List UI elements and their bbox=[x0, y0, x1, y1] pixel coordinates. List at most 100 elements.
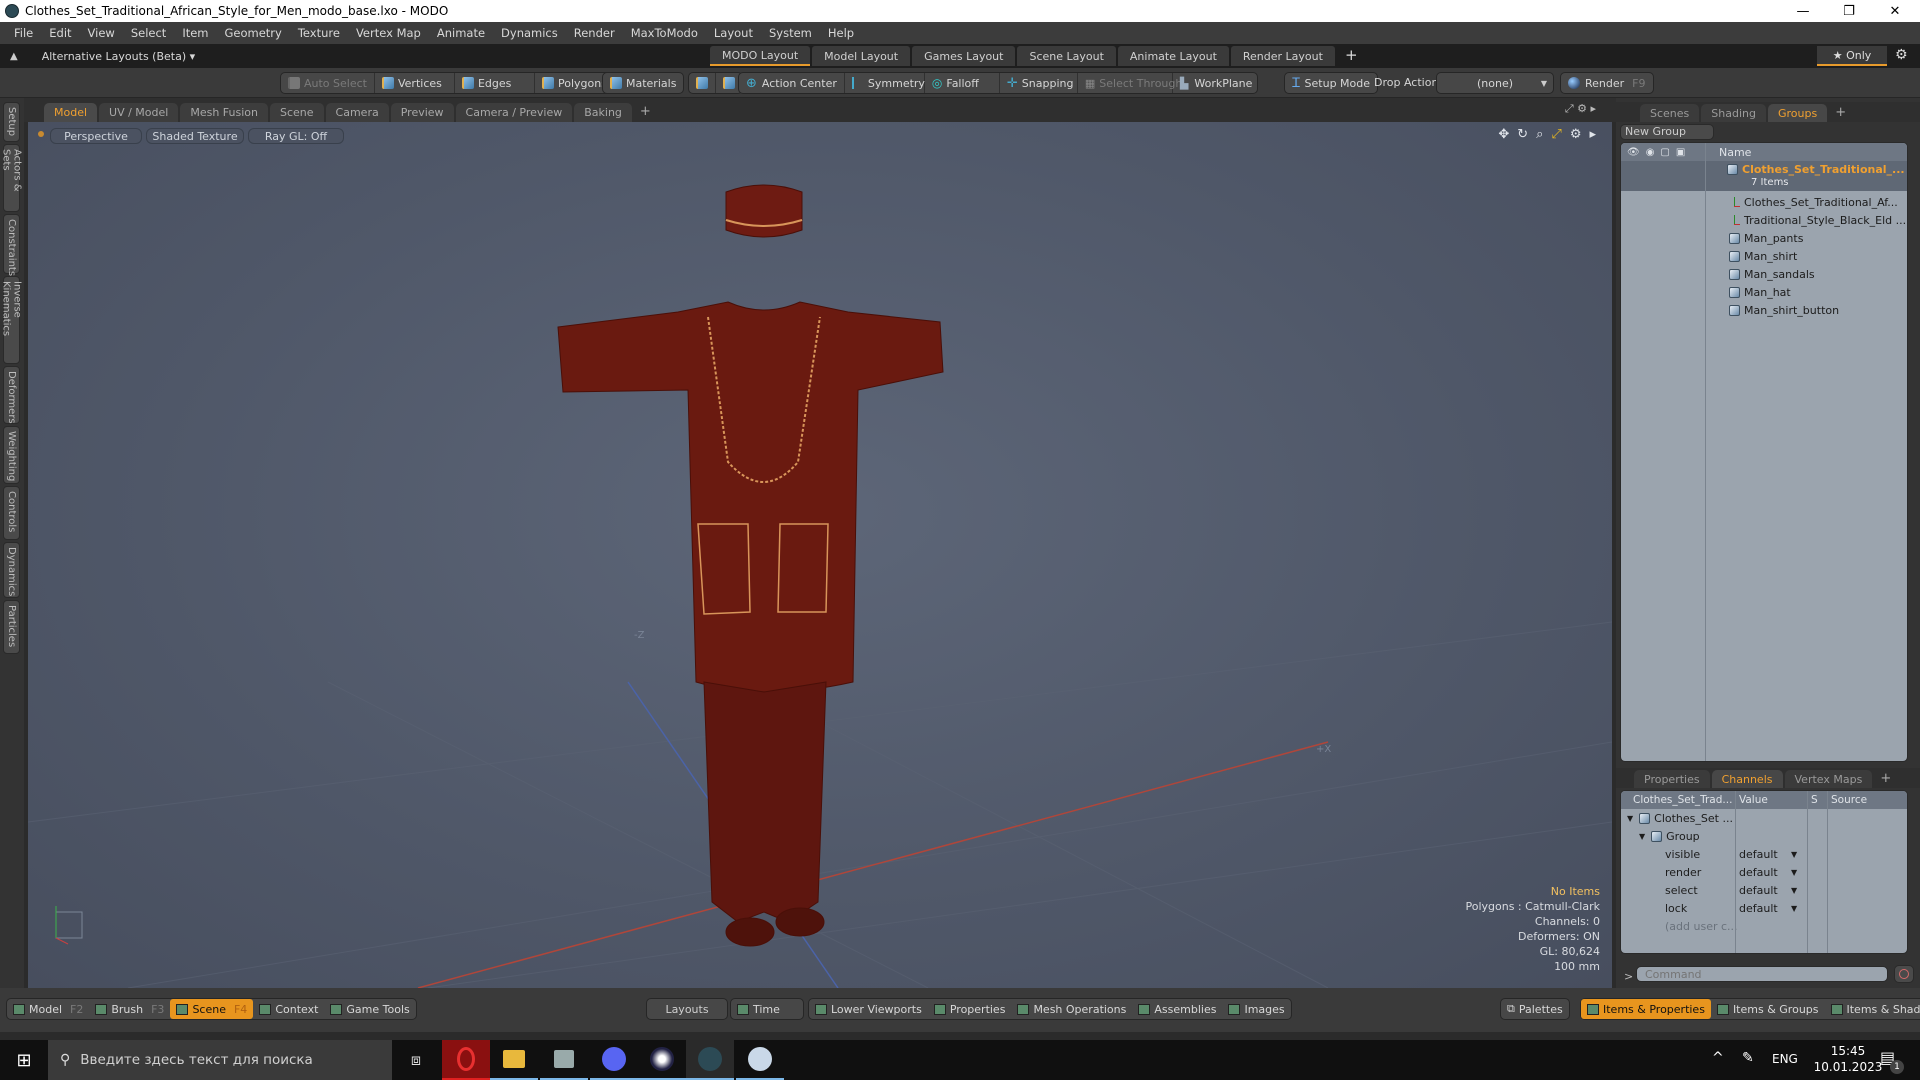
preset-items-groups[interactable]: Items & Groups bbox=[1711, 999, 1825, 1019]
palettes-button[interactable]: ⧉ Palettes bbox=[1500, 998, 1570, 1020]
snapping-button[interactable]: ✛ Snapping bbox=[1000, 73, 1078, 93]
chevron-down-icon[interactable]: ▼ bbox=[1791, 868, 1797, 877]
symmetry-button[interactable]: Symmetry bbox=[845, 73, 925, 93]
channel-value[interactable]: default bbox=[1739, 902, 1778, 915]
panel-toggle-properties[interactable]: Properties bbox=[928, 999, 1012, 1019]
mode-tab-brush[interactable]: Brush F3 bbox=[89, 999, 170, 1019]
menu-geometry[interactable]: Geometry bbox=[217, 26, 290, 40]
menu-help[interactable]: Help bbox=[820, 26, 862, 40]
menu-layout[interactable]: Layout bbox=[706, 26, 761, 40]
menu-dynamics[interactable]: Dynamics bbox=[493, 26, 566, 40]
vp-tab-uv-model[interactable]: UV / Model bbox=[99, 103, 179, 122]
layout-tab-animate[interactable]: Animate Layout bbox=[1117, 46, 1229, 66]
side-tab-controls[interactable]: Controls bbox=[3, 486, 20, 540]
mode-tab-model[interactable]: Model F2 bbox=[7, 999, 89, 1019]
menu-render[interactable]: Render bbox=[566, 26, 623, 40]
view-mode-button[interactable]: Perspective bbox=[50, 128, 142, 144]
panel-toggle-lower-viewports[interactable]: Lower Viewports bbox=[809, 999, 928, 1019]
viewport-options-dot[interactable] bbox=[38, 131, 44, 137]
side-tab-setup[interactable]: Setup bbox=[3, 102, 20, 142]
layout-tab-modo[interactable]: MODO Layout bbox=[710, 46, 811, 66]
gear-icon[interactable]: ⚙ bbox=[1895, 47, 1908, 63]
mode-tab-game-tools[interactable]: Game Tools bbox=[324, 999, 415, 1019]
tab-channels[interactable]: Channels bbox=[1711, 770, 1783, 788]
add-user-channel[interactable]: (add user c... bbox=[1621, 917, 1907, 935]
record-button[interactable] bbox=[1894, 965, 1914, 983]
collapse-icon[interactable]: ▲ bbox=[10, 51, 18, 62]
tab-properties[interactable]: Properties bbox=[1634, 770, 1710, 788]
tab-groups[interactable]: Groups bbox=[1767, 104, 1828, 122]
tab-scenes[interactable]: Scenes bbox=[1640, 104, 1700, 122]
menu-texture[interactable]: Texture bbox=[290, 26, 348, 40]
windows-start-icon[interactable]: ⊞ bbox=[0, 1040, 48, 1080]
channel-row[interactable]: select default ▼ bbox=[1621, 881, 1907, 899]
layout-tab-render[interactable]: Render Layout bbox=[1230, 46, 1335, 66]
side-tab-weighting[interactable]: Weighting bbox=[3, 426, 20, 484]
menu-maxtomodo[interactable]: MaxToModo bbox=[623, 26, 706, 40]
side-tab-inverse-kinematics[interactable]: Inverse Kinematics bbox=[1, 276, 23, 364]
layout-tab-model[interactable]: Model Layout bbox=[812, 46, 911, 66]
select-through-button[interactable]: ▦ Select Through bbox=[1078, 73, 1182, 93]
menu-view[interactable]: View bbox=[80, 26, 123, 40]
viewport-expand-icon[interactable]: ▸ bbox=[1589, 127, 1596, 142]
time-button[interactable]: Time bbox=[730, 998, 804, 1020]
side-tab-actors-sets[interactable]: Actors & Sets bbox=[1, 144, 23, 212]
minimize-button[interactable]: — bbox=[1780, 0, 1826, 22]
add-layout-button[interactable]: + bbox=[1345, 46, 1358, 66]
expand-icon[interactable]: ▼ bbox=[1639, 832, 1645, 841]
expand-icon[interactable]: ▼ bbox=[1627, 814, 1633, 823]
viewport-tab-options[interactable]: ⤢ ⚙ ▸ bbox=[1565, 102, 1596, 116]
group-item-row[interactable]: Man_shirt_button bbox=[1621, 301, 1907, 319]
channel-group-row[interactable]: ▼ Group bbox=[1621, 827, 1907, 845]
discord-app-icon[interactable] bbox=[590, 1040, 638, 1080]
new-group-button[interactable]: New Group bbox=[1620, 124, 1714, 140]
group-item-row[interactable]: Man_hat bbox=[1621, 283, 1907, 301]
group-item-row[interactable]: Clothes_Set_Traditional_Af... bbox=[1621, 193, 1907, 211]
tab-shading[interactable]: Shading bbox=[1701, 104, 1766, 122]
vp-tab-mesh-fusion[interactable]: Mesh Fusion bbox=[180, 103, 268, 122]
action-center-button[interactable]: ⊕ Action Center bbox=[739, 73, 845, 93]
fit-icon[interactable]: ⤢ bbox=[1551, 127, 1561, 142]
materials-button[interactable]: Materials bbox=[603, 73, 683, 93]
group-row[interactable]: Clothes_Set_Traditional_... 7 Items bbox=[1621, 161, 1907, 191]
menu-file[interactable]: File bbox=[6, 26, 41, 40]
item-mode-button[interactable] bbox=[689, 73, 716, 93]
group-item-row[interactable]: Man_shirt bbox=[1621, 247, 1907, 265]
panel-toggle-assemblies[interactable]: Assemblies bbox=[1132, 999, 1222, 1019]
drop-action-select[interactable]: (none) ▼ bbox=[1436, 72, 1554, 94]
group-item-row[interactable]: Man_sandals bbox=[1621, 265, 1907, 283]
chevron-down-icon[interactable]: ▼ bbox=[1791, 886, 1797, 895]
task-manager-app-icon[interactable] bbox=[540, 1040, 588, 1080]
menu-item[interactable]: Item bbox=[174, 26, 216, 40]
alternative-layouts-dropdown[interactable]: Alternative Layouts (Beta) ▾ bbox=[42, 50, 195, 63]
rotate-icon[interactable]: ↻ bbox=[1517, 127, 1528, 142]
group-item-row[interactable]: Man_pants bbox=[1621, 229, 1907, 247]
clock[interactable]: 15:45 10.01.2023 bbox=[1812, 1043, 1884, 1075]
language-indicator[interactable]: ENG bbox=[1772, 1052, 1798, 1066]
channel-row[interactable]: lock default ▼ bbox=[1621, 899, 1907, 917]
menu-animate[interactable]: Animate bbox=[429, 26, 493, 40]
layout-tab-games[interactable]: Games Layout bbox=[912, 46, 1016, 66]
panel-toggle-mesh-operations[interactable]: Mesh Operations bbox=[1011, 999, 1132, 1019]
command-input[interactable] bbox=[1636, 966, 1888, 982]
chevron-down-icon[interactable]: ▼ bbox=[1791, 850, 1797, 859]
vp-tab-preview[interactable]: Preview bbox=[390, 103, 454, 122]
viewport-gear-icon[interactable]: ⚙ bbox=[1570, 127, 1582, 142]
layouts-button[interactable]: Layouts bbox=[646, 998, 728, 1020]
render-button[interactable]: Render F9 bbox=[1561, 73, 1653, 93]
add-channels-tab-button[interactable]: + bbox=[1880, 771, 1891, 786]
mode-tab-scene[interactable]: Scene F4 bbox=[170, 999, 254, 1019]
panel-toggle-images[interactable]: Images bbox=[1222, 999, 1290, 1019]
menu-edit[interactable]: Edit bbox=[41, 26, 79, 40]
preset-items-shading[interactable]: Items & Shading bbox=[1825, 999, 1920, 1019]
side-tab-dynamics[interactable]: Dynamics bbox=[3, 542, 20, 598]
edges-button[interactable]: Edges bbox=[455, 73, 535, 93]
taskbar-search[interactable]: ⚲ Введите здесь текст для поиска bbox=[48, 1040, 392, 1080]
vp-tab-baking[interactable]: Baking bbox=[574, 103, 632, 122]
close-button[interactable]: ✕ bbox=[1872, 0, 1918, 22]
tab-vertex-maps[interactable]: Vertex Maps bbox=[1784, 770, 1873, 788]
vertices-button[interactable]: Vertices bbox=[375, 73, 455, 93]
channel-value[interactable]: default bbox=[1739, 866, 1778, 879]
raygl-button[interactable]: Ray GL: Off bbox=[248, 128, 344, 144]
opera-app-icon[interactable] bbox=[442, 1040, 490, 1080]
